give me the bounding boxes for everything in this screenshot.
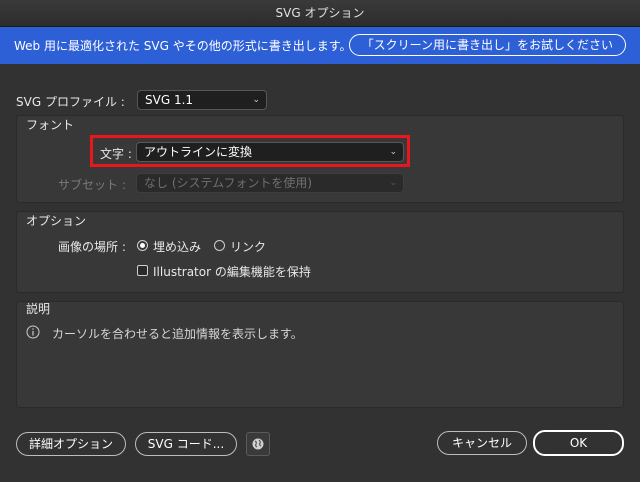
chevron-down-icon: ⌄: [389, 178, 397, 188]
svg-code-button[interactable]: SVG コード...: [135, 432, 237, 456]
image-location-label: 画像の場所 :: [58, 240, 126, 254]
subset-select[interactable]: なし (システムフォントを使用) ⌄: [136, 173, 404, 193]
window-title: SVG オプション: [275, 6, 365, 20]
banner-text: Web 用に最適化された SVG やその他の形式に書き出します。: [14, 39, 352, 53]
link-radio[interactable]: [214, 240, 225, 251]
more-options-button[interactable]: 詳細オプション: [16, 432, 126, 456]
font-group-title: フォント: [26, 118, 75, 132]
description-group-title: 説明: [26, 302, 51, 316]
window-titlebar: SVG オプション: [0, 0, 640, 27]
svg-profile-value: SVG 1.1: [145, 93, 194, 107]
web-preview-button[interactable]: [246, 432, 270, 456]
subset-label: サブセット :: [58, 178, 126, 192]
svg-profile-select[interactable]: SVG 1.1 ⌄: [137, 90, 267, 110]
chevron-down-icon: ⌄: [252, 95, 260, 105]
highlight-box: [90, 135, 410, 167]
try-export-for-screens-button[interactable]: 「スクリーン用に書き出し」をお試しください: [348, 34, 626, 56]
preserve-editing-label[interactable]: Illustrator の編集機能を保持: [153, 263, 311, 280]
options-group-title: オプション: [26, 214, 87, 228]
info-banner: Web 用に最適化された SVG やその他の形式に書き出します。 「スクリーン用…: [0, 27, 640, 64]
cancel-button[interactable]: キャンセル: [437, 431, 527, 455]
subset-value: なし (システムフォントを使用): [144, 176, 313, 190]
description-group: [16, 301, 624, 408]
preserve-editing-checkbox[interactable]: [137, 265, 148, 276]
info-icon: [26, 325, 40, 339]
description-text: カーソルを合わせると追加情報を表示します。: [52, 327, 303, 341]
svg-profile-label: SVG プロファイル :: [16, 95, 125, 109]
ok-button[interactable]: OK: [533, 430, 624, 456]
embed-radio-label[interactable]: 埋め込み: [153, 238, 201, 255]
globe-icon: [252, 438, 264, 450]
link-radio-label[interactable]: リンク: [230, 238, 266, 255]
embed-radio[interactable]: [137, 240, 148, 251]
